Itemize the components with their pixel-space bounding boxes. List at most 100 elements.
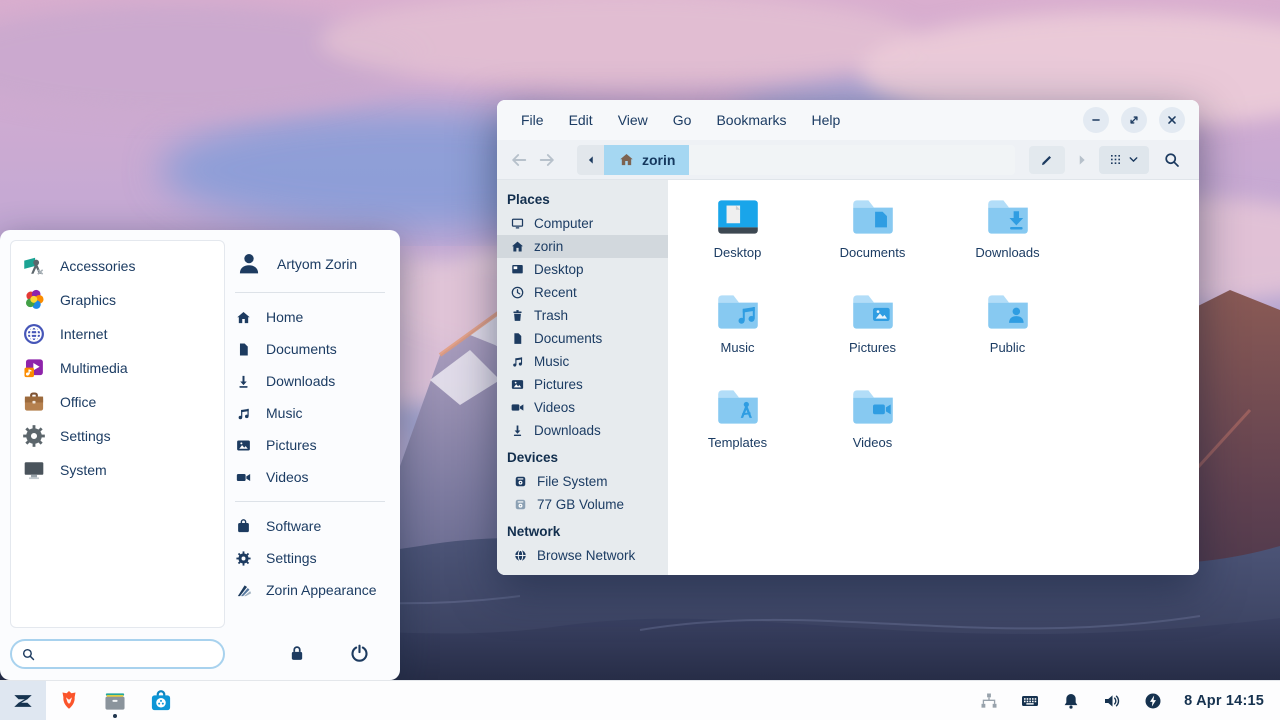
menu-help[interactable]: Help: [812, 112, 841, 128]
place-label: Videos: [266, 469, 309, 485]
zorin-menu-button[interactable]: [0, 681, 46, 720]
notifications-bell-icon[interactable]: [1061, 691, 1081, 711]
folder-desktop[interactable]: Desktop: [670, 192, 805, 287]
menu-edit[interactable]: Edit: [569, 112, 593, 128]
menu-category-system[interactable]: System: [11, 453, 224, 487]
software-store-button[interactable]: [138, 681, 184, 720]
place-label: Home: [266, 309, 303, 325]
sidebar-item-label: Trash: [534, 308, 568, 323]
sidebar-item-videos[interactable]: Videos: [497, 396, 668, 419]
documents-folder-icon: [848, 192, 898, 242]
menu-category-settings[interactable]: Settings: [11, 419, 224, 453]
file-manager-content[interactable]: Desktop Documents Downloads Music Pictur…: [668, 180, 1199, 575]
folder-videos[interactable]: Videos: [805, 382, 940, 477]
close-button[interactable]: [1159, 107, 1185, 133]
file-manager-button[interactable]: [92, 681, 138, 720]
menu-category-multimedia[interactable]: Multimedia: [11, 351, 224, 385]
folder-label: Templates: [708, 435, 767, 450]
desktop-icon: [510, 262, 525, 277]
edit-path-button[interactable]: [1029, 146, 1065, 174]
menu-file[interactable]: File: [521, 112, 544, 128]
menu-place-home[interactable]: Home: [235, 301, 390, 333]
folder-music[interactable]: Music: [670, 287, 805, 382]
sidebar-item-documents[interactable]: Documents: [497, 327, 668, 350]
system-icon: [21, 457, 47, 483]
maximize-button[interactable]: [1121, 107, 1147, 133]
sidebar-item-recent[interactable]: Recent: [497, 281, 668, 304]
breadcrumb-empty-area[interactable]: [689, 145, 1015, 175]
start-menu: Accessories Graphics Internet Multimedia…: [0, 230, 400, 680]
sidebar-item-downloads[interactable]: Downloads: [497, 419, 668, 442]
breadcrumb-label: zorin: [642, 152, 675, 168]
taskbar-apps: [0, 681, 184, 720]
menu-category-graphics[interactable]: Graphics: [11, 283, 224, 317]
menu-shortcut-settings[interactable]: Settings: [235, 542, 390, 574]
menu-category-office[interactable]: Office: [11, 385, 224, 419]
folder-pictures[interactable]: Pictures: [805, 287, 940, 382]
power-status-icon[interactable]: [1143, 691, 1163, 711]
session-controls: [235, 642, 390, 668]
network-icon[interactable]: [979, 691, 999, 711]
clock[interactable]: 8 Apr 14:15: [1184, 693, 1264, 709]
menu-category-accessories[interactable]: Accessories: [11, 249, 224, 283]
home-icon: [235, 309, 252, 326]
folder-documents[interactable]: Documents: [805, 192, 940, 287]
sidebar-item-file-system[interactable]: File System: [497, 470, 668, 493]
menu-bookmarks[interactable]: Bookmarks: [716, 112, 786, 128]
search-input[interactable]: [41, 644, 234, 664]
sidebar-item-label: Downloads: [534, 423, 601, 438]
menu-place-downloads[interactable]: Downloads: [235, 365, 390, 397]
volume-icon[interactable]: [1102, 691, 1122, 711]
shortcut-label: Settings: [266, 550, 317, 566]
brave-browser-button[interactable]: [46, 681, 92, 720]
templates-folder-icon: [713, 382, 763, 432]
menu-place-music[interactable]: Music: [235, 397, 390, 429]
divider: [235, 292, 385, 293]
sidebar-item-computer[interactable]: Computer: [497, 212, 668, 235]
breadcrumb-expand-button[interactable]: [1073, 151, 1091, 169]
shortcut-label: Software: [266, 518, 321, 534]
start-menu-search[interactable]: [10, 639, 225, 669]
menu-place-pictures[interactable]: Pictures: [235, 429, 390, 461]
menu-category-internet[interactable]: Internet: [11, 317, 224, 351]
settings-gear-icon: [21, 423, 47, 449]
minimize-icon: [1089, 113, 1103, 127]
search-button[interactable]: [1157, 146, 1187, 174]
chevron-down-icon: [1127, 153, 1140, 166]
breadcrumb-home-segment[interactable]: zorin: [604, 145, 689, 175]
software-bag-icon: [235, 518, 252, 535]
menu-view[interactable]: View: [618, 112, 648, 128]
sidebar-item-music[interactable]: Music: [497, 350, 668, 373]
sidebar-header-places: Places: [497, 184, 668, 212]
menu-place-documents[interactable]: Documents: [235, 333, 390, 365]
sidebar-item-pictures[interactable]: Pictures: [497, 373, 668, 396]
power-icon[interactable]: [349, 642, 370, 664]
sidebar-item-trash[interactable]: Trash: [497, 304, 668, 327]
folder-public[interactable]: Public: [940, 287, 1075, 382]
sidebar-item-desktop[interactable]: Desktop: [497, 258, 668, 281]
sidebar-item-volume[interactable]: 77 GB Volume: [497, 493, 668, 516]
document-icon: [510, 331, 525, 346]
back-button[interactable]: [509, 150, 529, 170]
minimize-button[interactable]: [1083, 107, 1109, 133]
sidebar-item-home[interactable]: zorin: [497, 235, 668, 258]
menu-go[interactable]: Go: [673, 112, 692, 128]
folder-downloads[interactable]: Downloads: [940, 192, 1075, 287]
view-mode-button[interactable]: [1099, 146, 1149, 174]
breadcrumb-collapse-button[interactable]: [577, 145, 604, 175]
forward-button[interactable]: [537, 150, 557, 170]
menu-shortcut-software[interactable]: Software: [235, 510, 390, 542]
file-manager-window: File Edit View Go Bookmarks Help zorin: [497, 100, 1199, 575]
multimedia-icon: [21, 355, 47, 381]
user-name: Artyom Zorin: [277, 256, 357, 272]
sidebar-item-browse-network[interactable]: Browse Network: [497, 544, 668, 567]
menu-place-videos[interactable]: Videos: [235, 461, 390, 493]
folder-templates[interactable]: Templates: [670, 382, 805, 477]
sidebar-item-label: Videos: [534, 400, 575, 415]
keyboard-icon[interactable]: [1020, 691, 1040, 711]
document-icon: [235, 341, 252, 358]
lock-icon[interactable]: [287, 642, 307, 664]
user-profile[interactable]: Artyom Zorin: [235, 244, 390, 284]
menu-shortcut-zorin-appearance[interactable]: Zorin Appearance: [235, 574, 390, 606]
folder-label: Desktop: [714, 245, 762, 260]
